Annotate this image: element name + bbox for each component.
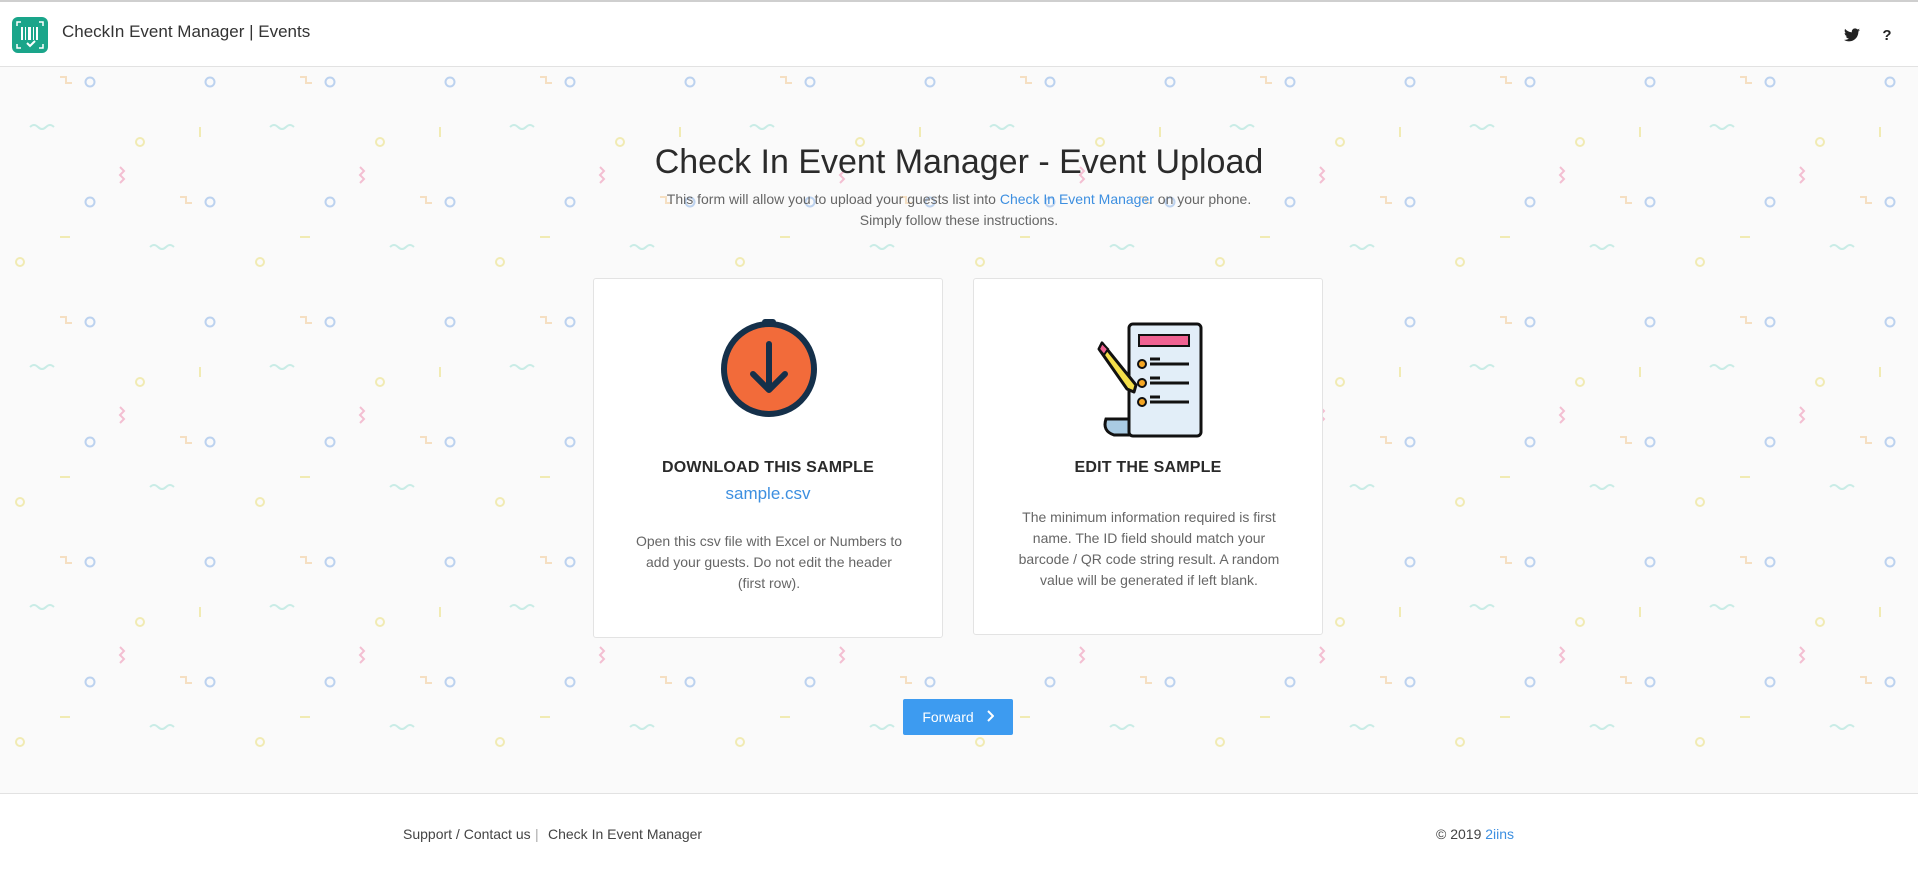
copyright-text: © 2019	[1436, 826, 1486, 842]
twitter-icon[interactable]	[1841, 24, 1863, 46]
edit-sample-card: EDIT THE SAMPLE The minimum information …	[973, 278, 1323, 635]
forward-button[interactable]: Forward	[903, 699, 1013, 735]
edit-card-title: EDIT THE SAMPLE	[1074, 459, 1222, 476]
help-icon[interactable]: ?	[1876, 24, 1898, 46]
sample-csv-link[interactable]: sample.csv	[594, 484, 942, 504]
company-link[interactable]: 2iins	[1485, 826, 1514, 842]
download-sample-card: DOWNLOAD THIS SAMPLE sample.csv Open thi…	[593, 278, 943, 638]
document-pencil-icon	[1097, 319, 1203, 449]
edit-card-description: The minimum information required is firs…	[1018, 509, 1280, 588]
subtitle-instructions: Simply follow these instructions.	[859, 212, 1059, 228]
footer: Support / Contact us | Check In Event Ma…	[0, 793, 1918, 870]
download-icon[interactable]	[719, 319, 819, 449]
header: CheckIn Event Manager | Events ?	[0, 2, 1918, 67]
copyright: © 2019 2iins	[1436, 826, 1514, 842]
page-title: Check In Event Manager - Event Upload	[654, 143, 1264, 181]
footer-separator: |	[535, 826, 539, 842]
app-title: CheckIn Event Manager | Events	[62, 22, 311, 41]
download-card-description: Open this csv file with Excel or Numbers…	[635, 533, 903, 591]
footer-app-link[interactable]: Check In Event Manager	[548, 826, 702, 842]
subtitle-text-start: This form will allow you to upload your …	[666, 191, 1000, 207]
page-subtitle: This form will allow you to upload your …	[0, 189, 1918, 231]
subtitle-app-link[interactable]: Check In Event Manager	[1000, 191, 1154, 207]
forward-button-label: Forward	[922, 709, 974, 725]
subtitle-text-end: on your phone.	[1153, 191, 1252, 207]
app-logo-icon[interactable]	[12, 17, 48, 53]
main-content: Check In Event Manager - Event Upload Th…	[0, 67, 1918, 793]
chevron-right-icon	[986, 709, 995, 725]
support-contact-link[interactable]: Support / Contact us	[403, 826, 531, 842]
download-card-title: DOWNLOAD THIS SAMPLE	[662, 459, 874, 476]
